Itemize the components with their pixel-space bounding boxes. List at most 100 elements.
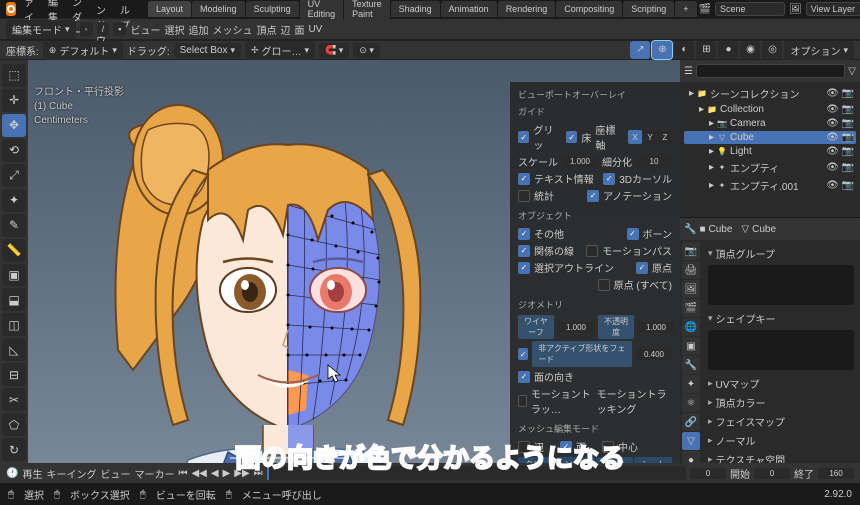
- tab-compositing[interactable]: Compositing: [556, 1, 622, 17]
- snap-dropdown[interactable]: 🧲 ▾: [319, 43, 349, 58]
- tab-modeling[interactable]: Modeling: [192, 1, 245, 17]
- chk-mtrack[interactable]: [518, 395, 527, 407]
- tab-add[interactable]: +: [675, 1, 696, 17]
- options-dropdown[interactable]: オプション ▾: [784, 41, 854, 60]
- ptab-object[interactable]: ▣: [682, 337, 700, 355]
- ptab-constraint[interactable]: 🔗: [682, 413, 700, 431]
- tab-sculpting[interactable]: Sculpting: [246, 1, 299, 17]
- shading-matpreview-icon[interactable]: ◉: [740, 41, 760, 59]
- facemap-header[interactable]: ▸ フェイスマップ: [708, 412, 854, 431]
- outliner-search[interactable]: [696, 64, 845, 78]
- vcolor-header[interactable]: ▸ 頂点カラー: [708, 393, 854, 412]
- ptab-particle[interactable]: ✦: [682, 375, 700, 393]
- subdiv-value[interactable]: 10: [636, 156, 672, 167]
- chk-face-orient[interactable]: ✓: [518, 371, 530, 383]
- axis-y[interactable]: Y: [643, 130, 657, 144]
- tree-item[interactable]: ▸📁シーンコレクション👁 📷: [684, 85, 856, 102]
- tool-poly[interactable]: ⬠: [2, 413, 26, 436]
- overlay-toggle-icon[interactable]: ⊕: [652, 41, 672, 59]
- scale-value[interactable]: 1.000: [562, 156, 598, 167]
- chk-origin-all[interactable]: [598, 279, 610, 291]
- header-edge[interactable]: 辺: [280, 22, 290, 37]
- tool-bevel[interactable]: ◺: [2, 338, 26, 361]
- chk-text[interactable]: ✓: [518, 173, 530, 185]
- ptab-render[interactable]: 📷: [682, 242, 700, 260]
- tree-item[interactable]: ▸💡Light👁 📷: [684, 145, 856, 158]
- tab-shading[interactable]: Shading: [391, 1, 440, 17]
- tl-prev-key[interactable]: ◀◀: [191, 468, 206, 479]
- chk-floor[interactable]: ✓: [566, 131, 577, 143]
- chk-stats[interactable]: [518, 190, 530, 202]
- tab-texture[interactable]: Texture Paint: [344, 0, 390, 22]
- face-mode[interactable]: ▪: [113, 22, 126, 36]
- tree-item[interactable]: ▸✦エンプティ.001👁 📷: [684, 177, 856, 194]
- filter-icon[interactable]: ▽: [848, 66, 856, 77]
- tl-start[interactable]: 0: [754, 468, 790, 479]
- shading-rendered-icon[interactable]: ◎: [762, 41, 782, 59]
- ptab-scene[interactable]: 🎬: [682, 299, 700, 317]
- tool-select[interactable]: ⬚: [2, 64, 26, 87]
- viewlayer-input[interactable]: [806, 2, 860, 16]
- header-face[interactable]: 面: [294, 22, 304, 37]
- header-select[interactable]: 選択: [164, 22, 184, 37]
- tl-current[interactable]: 0: [690, 468, 726, 479]
- tl-jump-start[interactable]: ⏮: [178, 468, 187, 479]
- ptab-data[interactable]: ▽: [682, 432, 700, 450]
- shapekey-header[interactable]: ▾ シェイプキー: [708, 309, 854, 328]
- vgroup-header[interactable]: ▾ 頂点グループ: [708, 244, 854, 263]
- shading-wire-icon[interactable]: ⊞: [696, 41, 716, 59]
- chk-rel[interactable]: ✓: [518, 245, 530, 257]
- tool-extrude[interactable]: ⬓: [2, 288, 26, 311]
- tl-end[interactable]: 160: [818, 468, 854, 479]
- tool-transform[interactable]: ✦: [2, 189, 26, 212]
- tl-play-rev[interactable]: ◀: [211, 468, 219, 479]
- tree-item[interactable]: ▸✦エンプティ👁 📷: [684, 159, 856, 176]
- ptab-world[interactable]: 🌐: [682, 318, 700, 336]
- tool-annotate[interactable]: ✎: [2, 214, 26, 237]
- tab-animation[interactable]: Animation: [441, 1, 497, 17]
- axis-z[interactable]: Z: [658, 130, 672, 144]
- tool-spin[interactable]: ↻: [2, 438, 26, 461]
- tl-marker[interactable]: マーカー: [134, 466, 174, 481]
- chk-origin[interactable]: ✓: [636, 262, 648, 274]
- tool-move[interactable]: ✥: [2, 114, 26, 137]
- tl-keying[interactable]: キーイング: [46, 466, 96, 481]
- orientation-dropdown[interactable]: ⊕ デフォルト ▾: [43, 41, 123, 60]
- shading-solid-icon[interactable]: ●: [718, 41, 738, 59]
- prop-edit-dropdown[interactable]: ⊙ ▾: [353, 43, 380, 58]
- chk-fade[interactable]: ✓: [518, 348, 528, 360]
- axis-x[interactable]: X: [628, 130, 642, 144]
- gizmo-icon[interactable]: ↗: [630, 41, 650, 59]
- xray-icon[interactable]: ◐: [674, 41, 694, 59]
- tool-measure[interactable]: 📏: [2, 239, 26, 262]
- tool-inset[interactable]: ◫: [2, 313, 26, 336]
- vert-mode[interactable]: ◦: [80, 22, 93, 36]
- tab-scripting[interactable]: Scripting: [623, 1, 674, 17]
- ptab-modifier[interactable]: 🔧: [682, 356, 700, 374]
- normals-header[interactable]: ▸ ノーマル: [708, 431, 854, 450]
- tool-add-cube[interactable]: ▣: [2, 264, 26, 287]
- tab-rendering[interactable]: Rendering: [498, 1, 556, 17]
- tl-view[interactable]: ビュー: [100, 466, 130, 481]
- header-uv[interactable]: UV: [308, 24, 322, 35]
- tool-scale[interactable]: ⤢: [2, 164, 26, 187]
- viewport-3d[interactable]: フロント・平行投影(1) CubeCentimeters: [28, 60, 680, 490]
- header-view[interactable]: ビュー: [130, 22, 160, 37]
- tool-loopcut[interactable]: ⊟: [2, 363, 26, 386]
- tree-item[interactable]: ▸▽Cube👁 📷: [684, 131, 856, 144]
- pivot-dropdown[interactable]: ✢ グロー… ▾: [245, 41, 315, 60]
- tool-rotate[interactable]: ⟲: [2, 139, 26, 162]
- uvmap-header[interactable]: ▸ UVマップ: [708, 374, 854, 393]
- tl-play-fwd[interactable]: ▶: [223, 468, 231, 479]
- tab-uv[interactable]: UV Editing: [300, 0, 344, 22]
- chk-outline[interactable]: ✓: [518, 262, 530, 274]
- header-vert[interactable]: 頂点: [256, 22, 276, 37]
- chk-motion[interactable]: [586, 245, 598, 257]
- chk-bones[interactable]: ✓: [627, 228, 639, 240]
- header-add[interactable]: 追加: [188, 22, 208, 37]
- wire-label[interactable]: ワイヤーフ: [518, 315, 554, 339]
- ptab-physics[interactable]: ⚛: [682, 394, 700, 412]
- tree-item[interactable]: ▸📁Collection👁 📷: [684, 103, 856, 116]
- mode-dropdown[interactable]: 編集モード ▾: [6, 20, 76, 39]
- ptab-view[interactable]: 🖼: [682, 280, 700, 298]
